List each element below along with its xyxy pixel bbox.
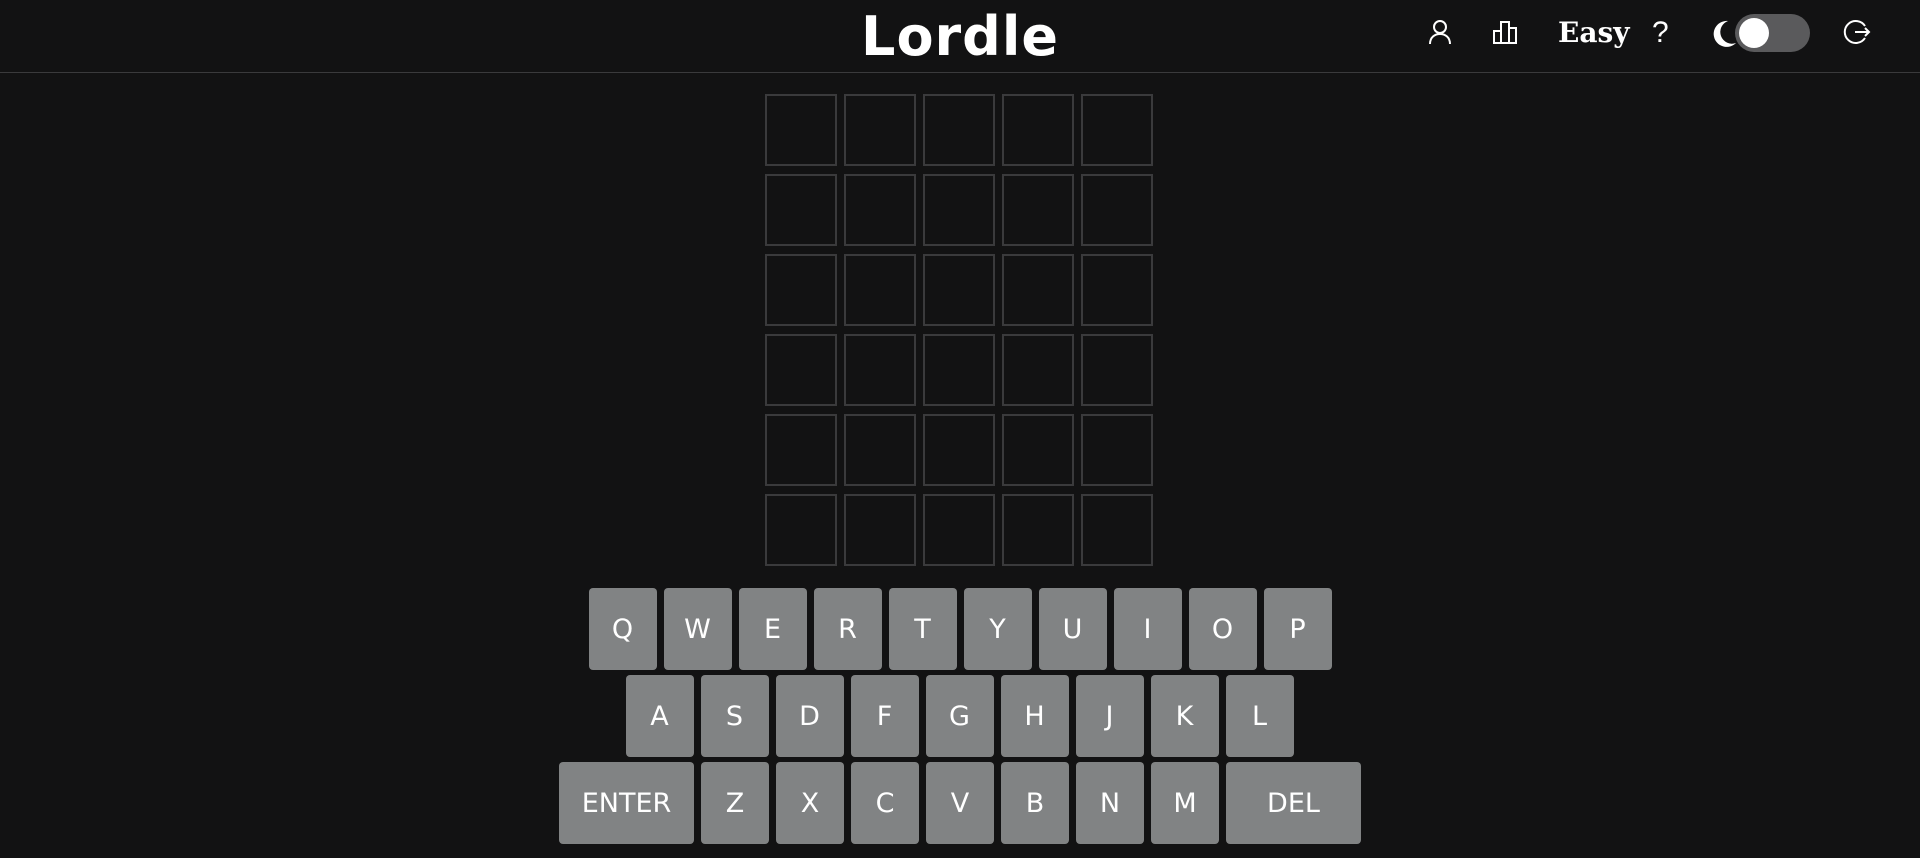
- board-tile: [1002, 334, 1074, 406]
- key-s[interactable]: S: [700, 675, 769, 757]
- stats-icon[interactable]: [1490, 17, 1520, 47]
- board-tile: [1081, 334, 1153, 406]
- help-button[interactable]: ?: [1652, 14, 1669, 52]
- key-t[interactable]: T: [888, 588, 957, 670]
- board-tile: [923, 94, 995, 166]
- user-icon[interactable]: [1425, 17, 1455, 47]
- board-tile: [1081, 414, 1153, 486]
- key-e[interactable]: E: [738, 588, 807, 670]
- key-w[interactable]: W: [663, 588, 732, 670]
- board-tile: [923, 414, 995, 486]
- board-tile: [844, 254, 916, 326]
- key-enter[interactable]: ENTER: [559, 762, 694, 844]
- board-tile: [765, 494, 837, 566]
- key-l[interactable]: L: [1225, 675, 1294, 757]
- key-j[interactable]: J: [1075, 675, 1144, 757]
- board-tile: [1081, 174, 1153, 246]
- board-tile: [1002, 494, 1074, 566]
- board-tile: [765, 254, 837, 326]
- key-o[interactable]: O: [1188, 588, 1257, 670]
- on-screen-keyboard: QWERTYUIOP ASDFGHJKL ENTER Z X C V B N M DEL: [0, 588, 1920, 849]
- board-tile: [1002, 94, 1074, 166]
- key-v[interactable]: V: [926, 762, 994, 844]
- key-i[interactable]: I: [1113, 588, 1182, 670]
- game-board: [765, 94, 1153, 566]
- moon-icon: [1713, 20, 1736, 47]
- key-a[interactable]: A: [625, 675, 694, 757]
- board-tile: [844, 334, 916, 406]
- board-tile: [844, 494, 916, 566]
- key-b[interactable]: B: [1001, 762, 1069, 844]
- key-m[interactable]: M: [1151, 762, 1219, 844]
- board-tile: [1002, 414, 1074, 486]
- board-tile: [923, 254, 995, 326]
- board-tile: [923, 494, 995, 566]
- board-tile: [1081, 494, 1153, 566]
- key-del[interactable]: DEL: [1226, 762, 1361, 844]
- board-tile: [1081, 94, 1153, 166]
- key-d[interactable]: D: [775, 675, 844, 757]
- key-h[interactable]: H: [1000, 675, 1069, 757]
- key-y[interactable]: Y: [963, 588, 1032, 670]
- board-tile: [844, 174, 916, 246]
- key-x[interactable]: X: [776, 762, 844, 844]
- keyboard-row-2: ASDFGHJKL: [0, 675, 1920, 757]
- key-u[interactable]: U: [1038, 588, 1107, 670]
- key-r[interactable]: R: [813, 588, 882, 670]
- board-tile: [923, 334, 995, 406]
- board-tile: [1002, 174, 1074, 246]
- key-k[interactable]: K: [1150, 675, 1219, 757]
- board-tile: [844, 414, 916, 486]
- key-g[interactable]: G: [925, 675, 994, 757]
- key-n[interactable]: N: [1076, 762, 1144, 844]
- board-tile: [765, 334, 837, 406]
- header-bar: Lordle Easy ?: [0, 0, 1920, 73]
- key-f[interactable]: F: [850, 675, 919, 757]
- keyboard-row-3: ENTER Z X C V B N M DEL: [0, 762, 1920, 844]
- keyboard-row-1: QWERTYUIOP: [0, 588, 1920, 670]
- key-q[interactable]: Q: [588, 588, 657, 670]
- board-tile: [765, 414, 837, 486]
- dark-mode-toggle[interactable]: [1735, 14, 1810, 52]
- toggle-knob: [1739, 18, 1769, 48]
- board-tile: [765, 174, 837, 246]
- key-z[interactable]: Z: [701, 762, 769, 844]
- board-tile: [923, 174, 995, 246]
- key-c[interactable]: C: [851, 762, 919, 844]
- key-p[interactable]: P: [1263, 588, 1332, 670]
- logout-icon[interactable]: [1842, 17, 1872, 47]
- board-tile: [1002, 254, 1074, 326]
- board-tile: [765, 94, 837, 166]
- board-tile: [844, 94, 916, 166]
- page-title: Lordle: [861, 5, 1059, 68]
- difficulty-button[interactable]: Easy: [1558, 14, 1630, 52]
- board-tile: [1081, 254, 1153, 326]
